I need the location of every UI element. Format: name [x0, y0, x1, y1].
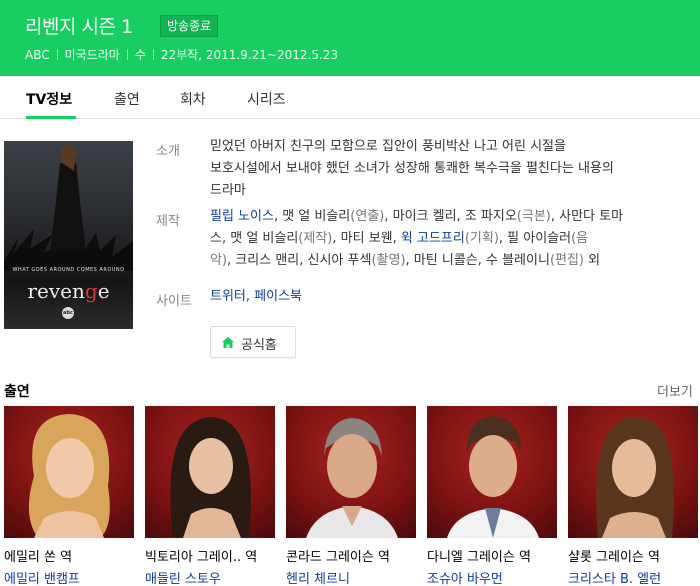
- divider: [56, 49, 58, 60]
- more-link[interactable]: 더보기: [657, 381, 693, 400]
- intro-line: 드라마: [210, 183, 246, 198]
- poster-logo-part: g: [84, 279, 98, 303]
- poster-network-logo: abc: [62, 307, 74, 319]
- intro-line: 보호시설에서 보내야 했던 소녀가 성장해 통쾌한 복수극을 펼친다는 내용의: [210, 161, 614, 176]
- production-text: 필립 노이스, 맷 얼 비슬리(연출), 마이크 켈리, 조 파지오(극본), …: [210, 206, 670, 272]
- credit-text: , 맷 얼 비슬리: [273, 209, 351, 224]
- status-badge: 방송종료: [160, 15, 219, 37]
- credit-role: (촬영): [371, 253, 406, 268]
- home-icon: [222, 337, 234, 348]
- credit-text: , 마이크 켈리, 조 파지오: [384, 209, 517, 224]
- cast-actor[interactable]: 크리스타 B. 엘런: [568, 568, 661, 586]
- cast-card[interactable]: 콘라드 그레이슨 역 헨리 체르니: [286, 406, 416, 586]
- official-home-button[interactable]: 공식홈: [210, 326, 296, 358]
- cast-photo[interactable]: [427, 406, 557, 538]
- meta-day: 수: [134, 48, 146, 62]
- credit-role: (편집): [549, 253, 585, 268]
- tab-episodes[interactable]: 회차: [180, 89, 206, 109]
- intro-label: 소개: [156, 144, 180, 159]
- intro-line: 믿었던 아버지 친구의 모함으로 집안이 풍비박산 나고 어린 시절을: [210, 139, 566, 154]
- divider: [152, 49, 154, 60]
- cast-role: 빅토리아 그레이.. 역: [145, 550, 258, 565]
- poster-logo-part: e: [97, 279, 110, 303]
- credit-role: (음: [571, 231, 589, 246]
- cast-card[interactable]: 샬롯 그레이슨 역 크리스타 B. 엘런: [568, 406, 698, 586]
- credit-text: , 마틴 니콜슨, 수 블레이니: [405, 253, 550, 268]
- cast-actor[interactable]: 헨리 체르니: [286, 568, 350, 586]
- cast-role: 다니엘 그레이슨 역: [427, 550, 531, 565]
- meta-episodes: 22부작, 2011.9.21~2012.5.23: [160, 48, 339, 62]
- meta-genre: 미국드라마: [64, 48, 120, 62]
- credit-role: (연출): [350, 209, 385, 224]
- cast-card[interactable]: 에밀리 쏜 역 에밀리 밴캠프: [4, 406, 134, 586]
- divider: [126, 49, 128, 60]
- site-link[interactable]: 트위터, 페이스북: [210, 289, 302, 304]
- credit-text: 외: [584, 253, 601, 268]
- cast-photo[interactable]: [286, 406, 416, 538]
- tab-series[interactable]: 시리즈: [247, 89, 286, 109]
- cast-photo[interactable]: [145, 406, 275, 538]
- production-label: 제작: [156, 214, 180, 229]
- meta-network: ABC: [25, 48, 50, 62]
- credit-text: , 필 아이슬러: [498, 231, 572, 246]
- credit-role: (제작): [298, 231, 333, 246]
- show-title[interactable]: 리벤지 시즌 1: [25, 12, 133, 39]
- director-link[interactable]: 필립 노이스: [210, 209, 274, 224]
- poster-tagline: WHAT GOES AROUND COMES AROUND: [12, 267, 125, 273]
- tab-tv-info[interactable]: TV정보: [26, 89, 72, 109]
- official-home-label: 공식홈: [241, 338, 277, 353]
- show-meta: ABC 미국드라마 수 22부작, 2011.9.21~2012.5.23: [25, 46, 338, 63]
- credit-role: (기획): [464, 231, 499, 246]
- intro-text: 믿었던 아버지 친구의 모함으로 집안이 풍비박산 나고 어린 시절을 보호시설…: [210, 136, 614, 202]
- cast-actor[interactable]: 조슈아 바우먼: [427, 568, 503, 586]
- cast-card[interactable]: 빅토리아 그레이.. 역 매들린 스토우: [145, 406, 275, 586]
- credit-role: (극본): [516, 209, 551, 224]
- cast-actor[interactable]: 에밀리 밴캠프: [4, 568, 80, 586]
- poster-logo-part: reven: [27, 279, 85, 303]
- credit-text: , 사만다 토마: [550, 209, 624, 224]
- credit-text: , 크리스 맨리, 신시아 푸섹: [227, 253, 372, 268]
- tab-bar: TV정보 출연 회차 시리즈: [0, 76, 700, 119]
- cast-card[interactable]: 다니엘 그레이슨 역 조슈아 바우먼: [427, 406, 557, 586]
- planner-link[interactable]: 윅 고드프리: [401, 231, 465, 246]
- header-bar: 리벤지 시즌 1 방송종료 ABC 미국드라마 수 22부작, 2011.9.21~2…: [0, 0, 700, 76]
- site-label: 사이트: [156, 294, 192, 309]
- cast-photo[interactable]: [4, 406, 134, 538]
- credit-text: , 마티 보웬,: [332, 231, 401, 246]
- active-tab-indicator: [26, 116, 76, 119]
- cast-role: 샬롯 그레이슨 역: [568, 550, 660, 565]
- cast-role: 콘라드 그레이슨 역: [286, 550, 390, 565]
- cast-section-title: 출연: [4, 384, 30, 400]
- tab-cast[interactable]: 출연: [114, 89, 140, 109]
- credit-text: 스, 맷 얼 비슬리: [210, 231, 299, 246]
- cast-photo[interactable]: [568, 406, 698, 538]
- credit-role: 악): [210, 253, 228, 268]
- cast-role: 에밀리 쏜 역: [4, 550, 73, 565]
- site-links: 트위터, 페이스북: [210, 286, 302, 308]
- cast-actor[interactable]: 매들린 스토우: [145, 568, 221, 586]
- poster-logo: revenge: [4, 279, 133, 303]
- show-poster[interactable]: WHAT GOES AROUND COMES AROUND revenge ab…: [4, 141, 133, 329]
